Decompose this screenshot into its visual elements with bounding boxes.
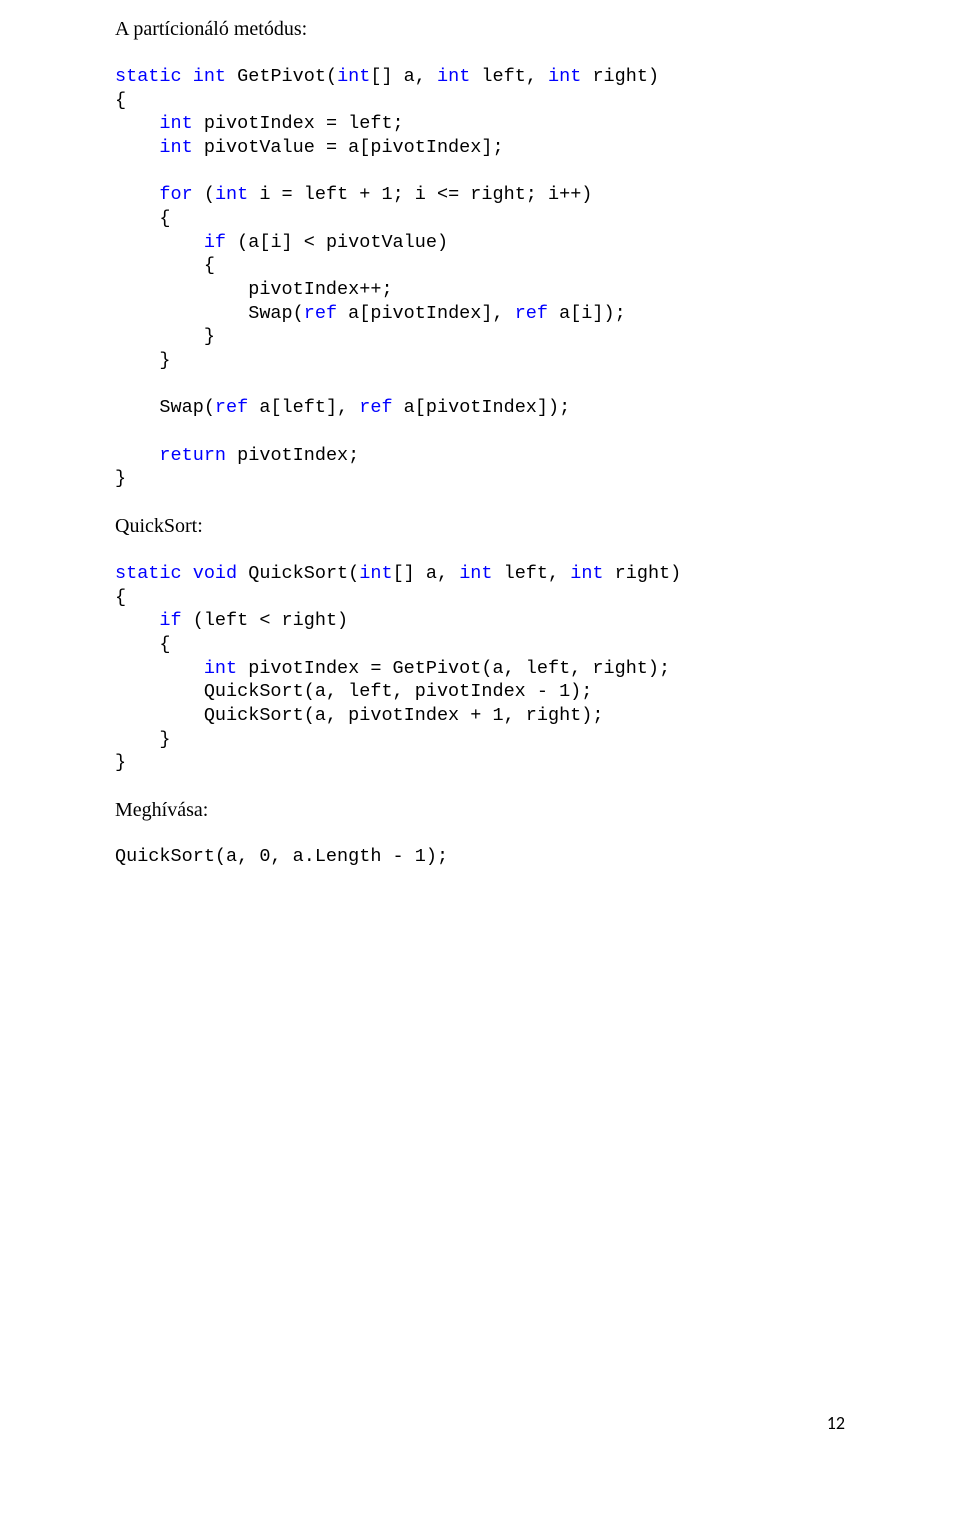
keyword: int [215, 184, 248, 205]
keyword: for [115, 184, 193, 205]
code-text: pivotIndex = left; [193, 113, 404, 134]
code-text: QuickSort(a, left, pivotIndex - 1); [115, 681, 592, 702]
code-text: } [115, 326, 215, 347]
section-heading-quicksort: QuickSort: [115, 515, 845, 538]
code-text: { [115, 634, 171, 655]
code-text: right) [604, 563, 682, 584]
section-heading-partition: A partícionáló metódus: [115, 18, 845, 41]
keyword: ref [515, 303, 548, 324]
code-text: } [115, 752, 126, 773]
page-number: 12 [827, 1412, 845, 1434]
code-text: left, [470, 66, 548, 87]
keyword: int [115, 137, 193, 158]
keyword: int [115, 658, 237, 679]
code-text: [] a, [370, 66, 437, 87]
keyword: if [115, 610, 182, 631]
code-text: a[i]); [548, 303, 626, 324]
code-text: QuickSort( [237, 563, 359, 584]
code-text: [] a, [393, 563, 460, 584]
keyword: int [570, 563, 603, 584]
keyword: ref [215, 397, 248, 418]
keyword: int [337, 66, 370, 87]
code-text: ( [193, 184, 215, 205]
code-text: i = left + 1; i <= right; i++) [248, 184, 592, 205]
code-text: { [115, 587, 126, 608]
code-text: pivotValue = a[pivotIndex]; [193, 137, 504, 158]
code-text: (left < right) [182, 610, 349, 631]
code-text: pivotIndex++; [115, 279, 393, 300]
keyword: return [115, 445, 226, 466]
code-text: GetPivot( [226, 66, 337, 87]
keyword: ref [359, 397, 392, 418]
code-text: a[left], [248, 397, 359, 418]
code-block-getpivot: static int GetPivot(int[] a, int left, i… [115, 65, 845, 491]
code-text: { [115, 255, 215, 276]
code-text: pivotIndex = GetPivot(a, left, right); [237, 658, 670, 679]
code-text: a[pivotIndex], [337, 303, 515, 324]
code-text: right) [581, 66, 659, 87]
code-text: } [115, 468, 126, 489]
keyword: static void [115, 563, 237, 584]
code-text: } [115, 729, 171, 750]
keyword: int [359, 563, 392, 584]
code-text: left, [493, 563, 571, 584]
keyword: if [115, 232, 226, 253]
code-text: QuickSort(a, pivotIndex + 1, right); [115, 705, 603, 726]
section-heading-call: Meghívása: [115, 799, 845, 822]
code-line-call: QuickSort(a, 0, a.Length - 1); [115, 846, 845, 867]
keyword: int [548, 66, 581, 87]
code-text: } [115, 350, 171, 371]
keyword: int [115, 113, 193, 134]
keyword: static int [115, 66, 226, 87]
code-text: (a[i] < pivotValue) [226, 232, 448, 253]
code-text: Swap( [115, 397, 215, 418]
keyword: int [459, 563, 492, 584]
keyword: ref [304, 303, 337, 324]
code-text: { [115, 90, 126, 111]
code-text: pivotIndex; [226, 445, 359, 466]
code-text: Swap( [115, 303, 304, 324]
code-text: a[pivotIndex]); [393, 397, 571, 418]
code-text: { [115, 208, 171, 229]
code-block-quicksort: static void QuickSort(int[] a, int left,… [115, 562, 845, 775]
keyword: int [437, 66, 470, 87]
